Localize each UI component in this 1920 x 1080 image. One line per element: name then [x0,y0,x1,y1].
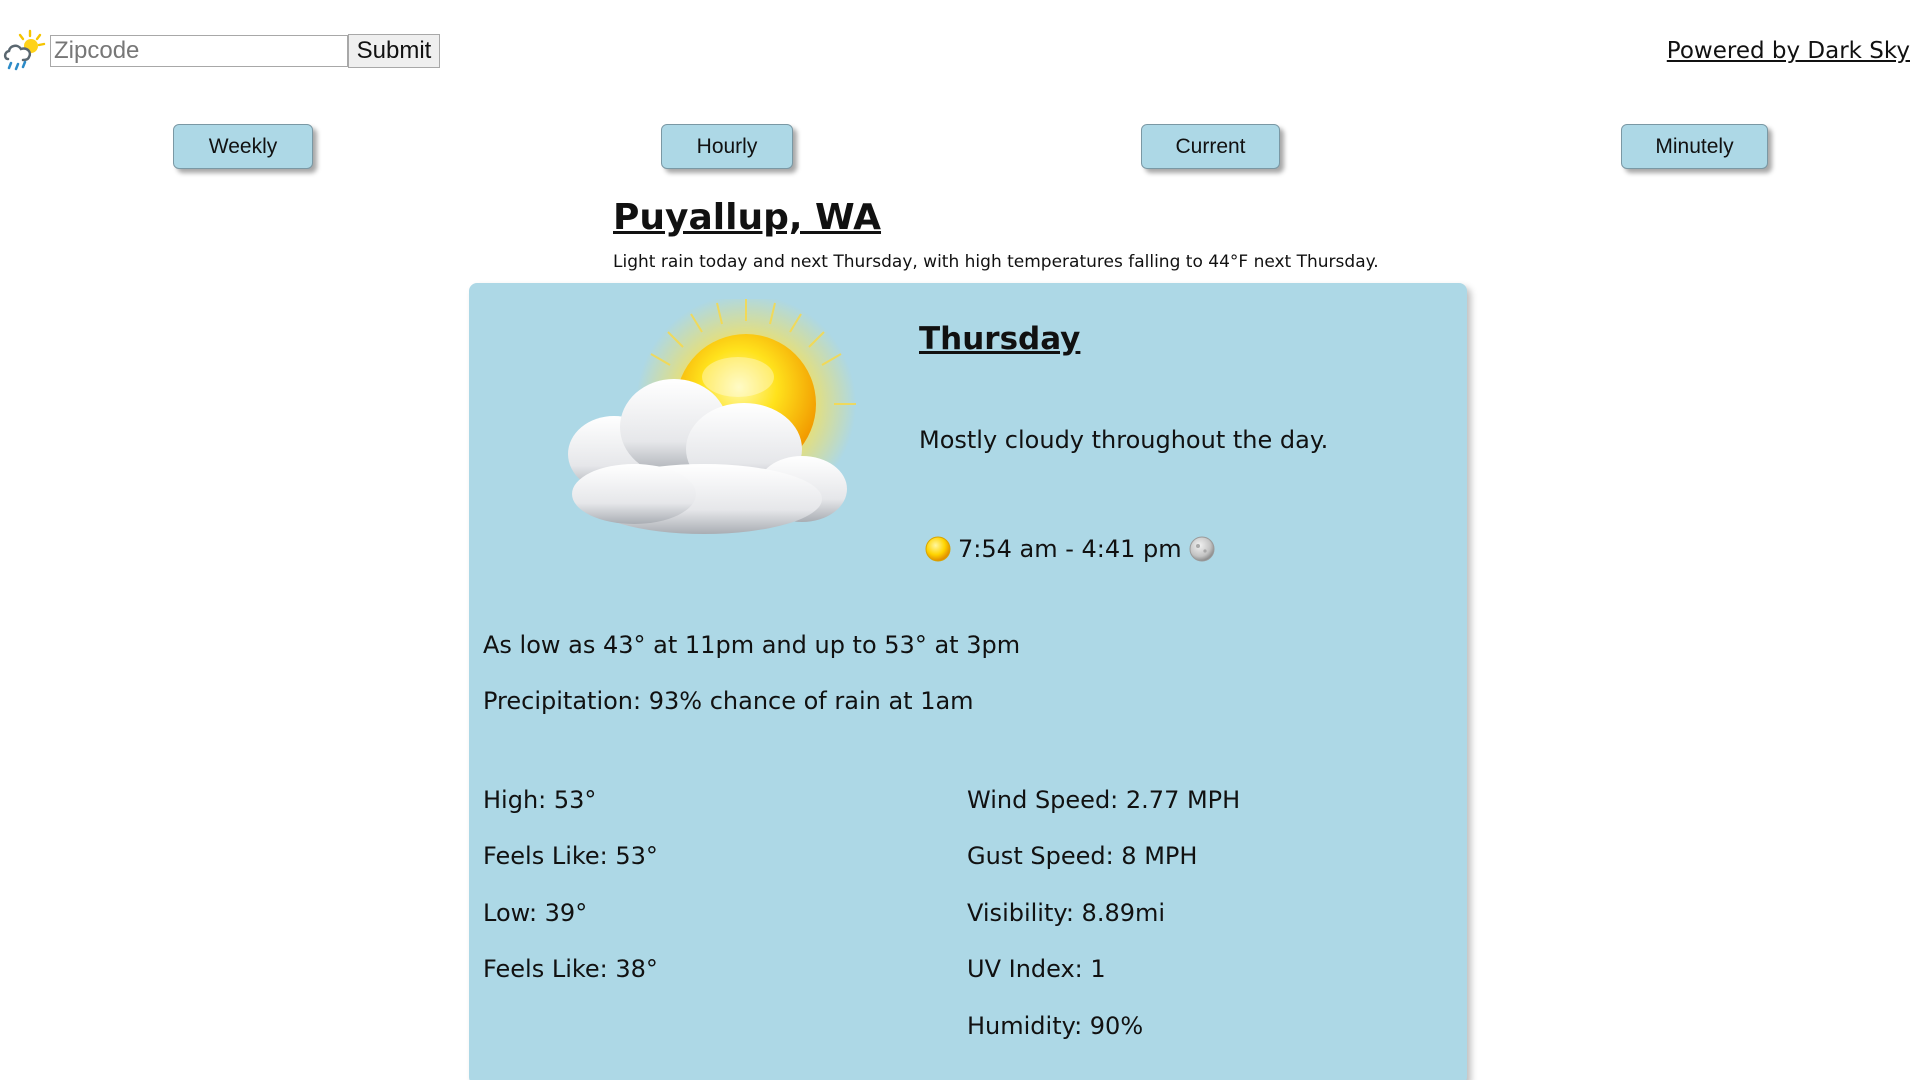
sun-times: 7:54 am - 4:41 pm [924,531,1216,567]
zipcode-input[interactable] [50,35,348,67]
day-forecast-card: Thursday Mostly cloudy throughout the da… [469,283,1467,1080]
low-feels-like: Feels Like: 38° [483,955,658,983]
minutely-button[interactable]: Minutely [1621,124,1768,169]
day-title: Thursday [919,321,1081,357]
forecast-summary: Light rain today and next Thursday, with… [613,252,1379,272]
gust-speed: Gust Speed: 8 MPH [967,842,1198,870]
location-title: Puyallup, WA [613,197,882,238]
weekly-button[interactable]: Weekly [173,124,313,169]
powered-by-dark-sky-link[interactable]: Powered by Dark Sky [1667,38,1910,64]
hourly-button[interactable]: Hourly [661,124,793,169]
partly-cloudy-day-icon [568,299,856,534]
wind-speed: Wind Speed: 2.77 MPH [967,786,1241,814]
sun-times-text: 7:54 am - 4:41 pm [958,535,1182,563]
sun-icon [925,536,951,562]
high-temp: High: 53° [483,786,597,814]
uv-index: UV Index: 1 [967,955,1106,983]
rain-sun-cloud-icon [3,29,46,71]
day-description: Mostly cloudy throughout the day. [919,426,1329,454]
search-bar: Submit [0,29,440,73]
high-feels-like: Feels Like: 53° [483,842,658,870]
low-high-text: As low as 43° at 11pm and up to 53° at 3… [483,631,1021,659]
humidity: Humidity: 90% [967,1012,1144,1040]
current-button[interactable]: Current [1141,124,1280,169]
visibility: Visibility: 8.89mi [967,899,1166,927]
low-temp: Low: 39° [483,899,588,927]
precipitation-text: Precipitation: 93% chance of rain at 1am [483,687,974,715]
moon-icon [1189,536,1215,562]
submit-button[interactable]: Submit [348,34,440,68]
